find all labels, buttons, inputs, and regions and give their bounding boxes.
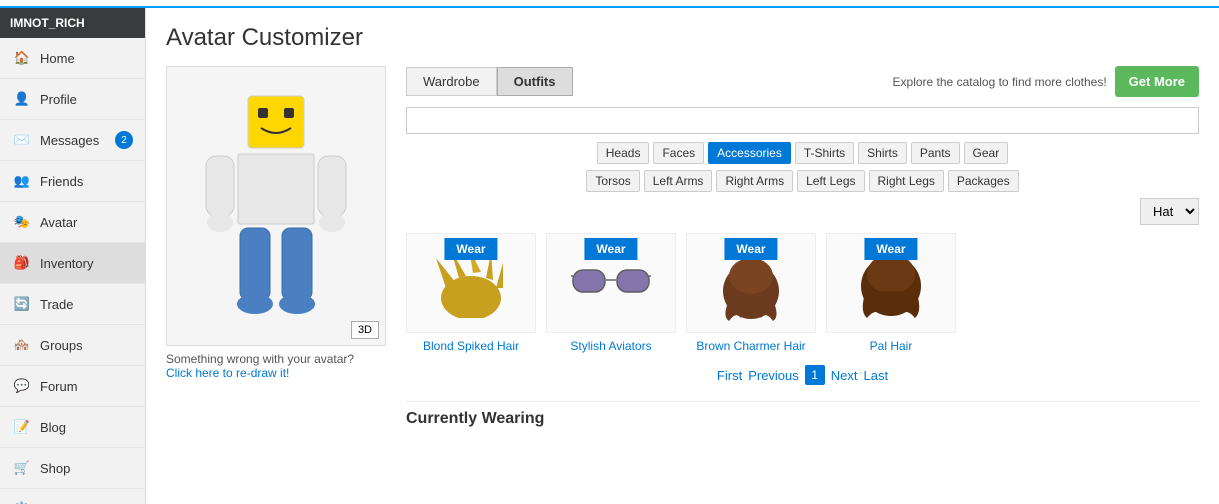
friends-icon: 👥 [12,171,32,191]
filter-row-2: Torsos Left Arms Right Arms Left Legs Ri… [406,170,1199,192]
messages-icon: ✉️ [12,130,32,150]
sidebar-item-label: Blog [40,420,66,435]
items-grid: Wear Blond Spiked Hair [406,233,1199,353]
item-name-pal-hair[interactable]: Pal Hair [826,339,956,353]
item-name-stylish-aviators[interactable]: Stylish Aviators [546,339,676,353]
tabs-row: Wardrobe Outfits Explore the catalog to … [406,66,1199,97]
filter-left-arms[interactable]: Left Arms [644,170,713,192]
item-card-pal-hair: Wear Pal Hair [826,233,956,353]
item-image-stylish-aviators: Wear [546,233,676,333]
blog-icon: 📝 [12,417,32,437]
filter-row-1: Heads Faces Accessories T-Shirts Shirts … [406,142,1199,164]
main-content: Avatar Customizer [146,8,1219,504]
stylish-aviators-image [571,258,651,308]
search-input[interactable] [406,107,1199,134]
sidebar-item-home[interactable]: 🏠 Home [0,38,145,79]
sidebar-item-label: Inventory [40,256,93,271]
avatar-image [196,86,356,326]
item-name-brown-charmer[interactable]: Brown Charmer Hair [686,339,816,353]
avatar-issue: Something wrong with your avatar? Click … [166,352,386,380]
filter-torsos[interactable]: Torsos [586,170,639,192]
sidebar-item-forum[interactable]: 💬 Forum [0,366,145,407]
wear-button-stylish-aviators[interactable]: Wear [584,238,637,260]
trade-icon: 🔄 [12,294,32,314]
sidebar-item-label: Messages [40,133,99,148]
filter-right-legs[interactable]: Right Legs [869,170,944,192]
filter-accessories[interactable]: Accessories [708,142,791,164]
sidebar-item-label: Profile [40,92,77,107]
item-image-blond-spiked: Wear [406,233,536,333]
sidebar-item-label: Groups [40,338,83,353]
item-card-stylish-aviators: Wear Stylish Aviators [546,233,676,353]
messages-badge: 2 [115,131,133,149]
groups-icon: 🏘️ [12,335,32,355]
get-more-button[interactable]: Get More [1115,66,1199,97]
wear-button-blond-spiked[interactable]: Wear [444,238,497,260]
pagination: First Previous 1 Next Last [406,365,1199,385]
item-card-brown-charmer: Wear Brown Charmer Hair [686,233,816,353]
filter-tshirts[interactable]: T-Shirts [795,142,854,164]
sidebar-item-label: Shop [40,461,70,476]
home-icon: 🏠 [12,48,32,68]
sidebar-item-label: Trade [40,297,73,312]
sidebar-item-label: Home [40,51,75,66]
sidebar-item-messages[interactable]: ✉️ Messages 2 [0,120,145,161]
tab-wardrobe[interactable]: Wardrobe [406,67,497,96]
pagination-current: 1 [805,365,825,385]
item-name-blond-spiked[interactable]: Blond Spiked Hair [406,339,536,353]
sidebar-item-shop[interactable]: 🛒 Shop [0,448,145,489]
item-image-pal-hair: Wear [826,233,956,333]
avatar-panel: 3D Something wrong with your avatar? Cli… [166,66,386,428]
sidebar-item-friends[interactable]: 👥 Friends [0,161,145,202]
hat-select-row: Hat [406,198,1199,225]
sidebar-item-blog[interactable]: 📝 Blog [0,407,145,448]
sidebar-item-trade[interactable]: 🔄 Trade [0,284,145,325]
avatar-icon: 🎭 [12,212,32,232]
sidebar-item-control-panel[interactable]: ⚙️ Control Panel [0,489,145,504]
pagination-last[interactable]: Last [864,368,889,383]
redraw-link[interactable]: Click here to re-draw it! [166,366,289,380]
sidebar-item-label: Avatar [40,215,77,230]
sidebar-item-label: Forum [40,379,78,394]
wardrobe-panel: Wardrobe Outfits Explore the catalog to … [406,66,1199,428]
filter-shirts[interactable]: Shirts [858,142,907,164]
main-layout: IMNOT_RICH 🏠 Home 👤 Profile ✉️ Messages … [0,8,1219,504]
pagination-first[interactable]: First [717,368,742,383]
sidebar-item-inventory[interactable]: 🎒 Inventory [0,243,145,284]
pagination-next[interactable]: Next [831,368,858,383]
filter-gear[interactable]: Gear [964,142,1009,164]
sidebar-item-profile[interactable]: 👤 Profile [0,79,145,120]
forum-icon: 💬 [12,376,32,396]
top-bar [0,0,1219,8]
inventory-icon: 🎒 [12,253,32,273]
3d-button[interactable]: 3D [351,321,379,339]
shop-icon: 🛒 [12,458,32,478]
wear-button-brown-charmer[interactable]: Wear [724,238,777,260]
profile-icon: 👤 [12,89,32,109]
filter-faces[interactable]: Faces [653,142,704,164]
hat-select[interactable]: Hat [1140,198,1199,225]
sidebar-item-avatar[interactable]: 🎭 Avatar [0,202,145,243]
item-card-blond-spiked: Wear Blond Spiked Hair [406,233,536,353]
currently-wearing-label: Currently Wearing [406,401,1199,428]
item-image-brown-charmer: Wear [686,233,816,333]
catalog-info: Explore the catalog to find more clothes… [893,75,1107,89]
sidebar: IMNOT_RICH 🏠 Home 👤 Profile ✉️ Messages … [0,8,146,504]
sidebar-username: IMNOT_RICH [0,8,145,38]
pagination-previous[interactable]: Previous [748,368,799,383]
filter-packages[interactable]: Packages [948,170,1019,192]
filter-right-arms[interactable]: Right Arms [716,170,793,192]
avatar-display: 3D [166,66,386,346]
tab-outfits[interactable]: Outfits [497,67,573,96]
sidebar-item-label: Friends [40,174,83,189]
sidebar-item-groups[interactable]: 🏘️ Groups [0,325,145,366]
filter-left-legs[interactable]: Left Legs [797,170,864,192]
control-panel-icon: ⚙️ [12,499,32,504]
content-body: 3D Something wrong with your avatar? Cli… [166,66,1199,428]
filter-pants[interactable]: Pants [911,142,960,164]
page-title: Avatar Customizer [166,24,1199,52]
filter-heads[interactable]: Heads [597,142,650,164]
wear-button-pal-hair[interactable]: Wear [864,238,917,260]
